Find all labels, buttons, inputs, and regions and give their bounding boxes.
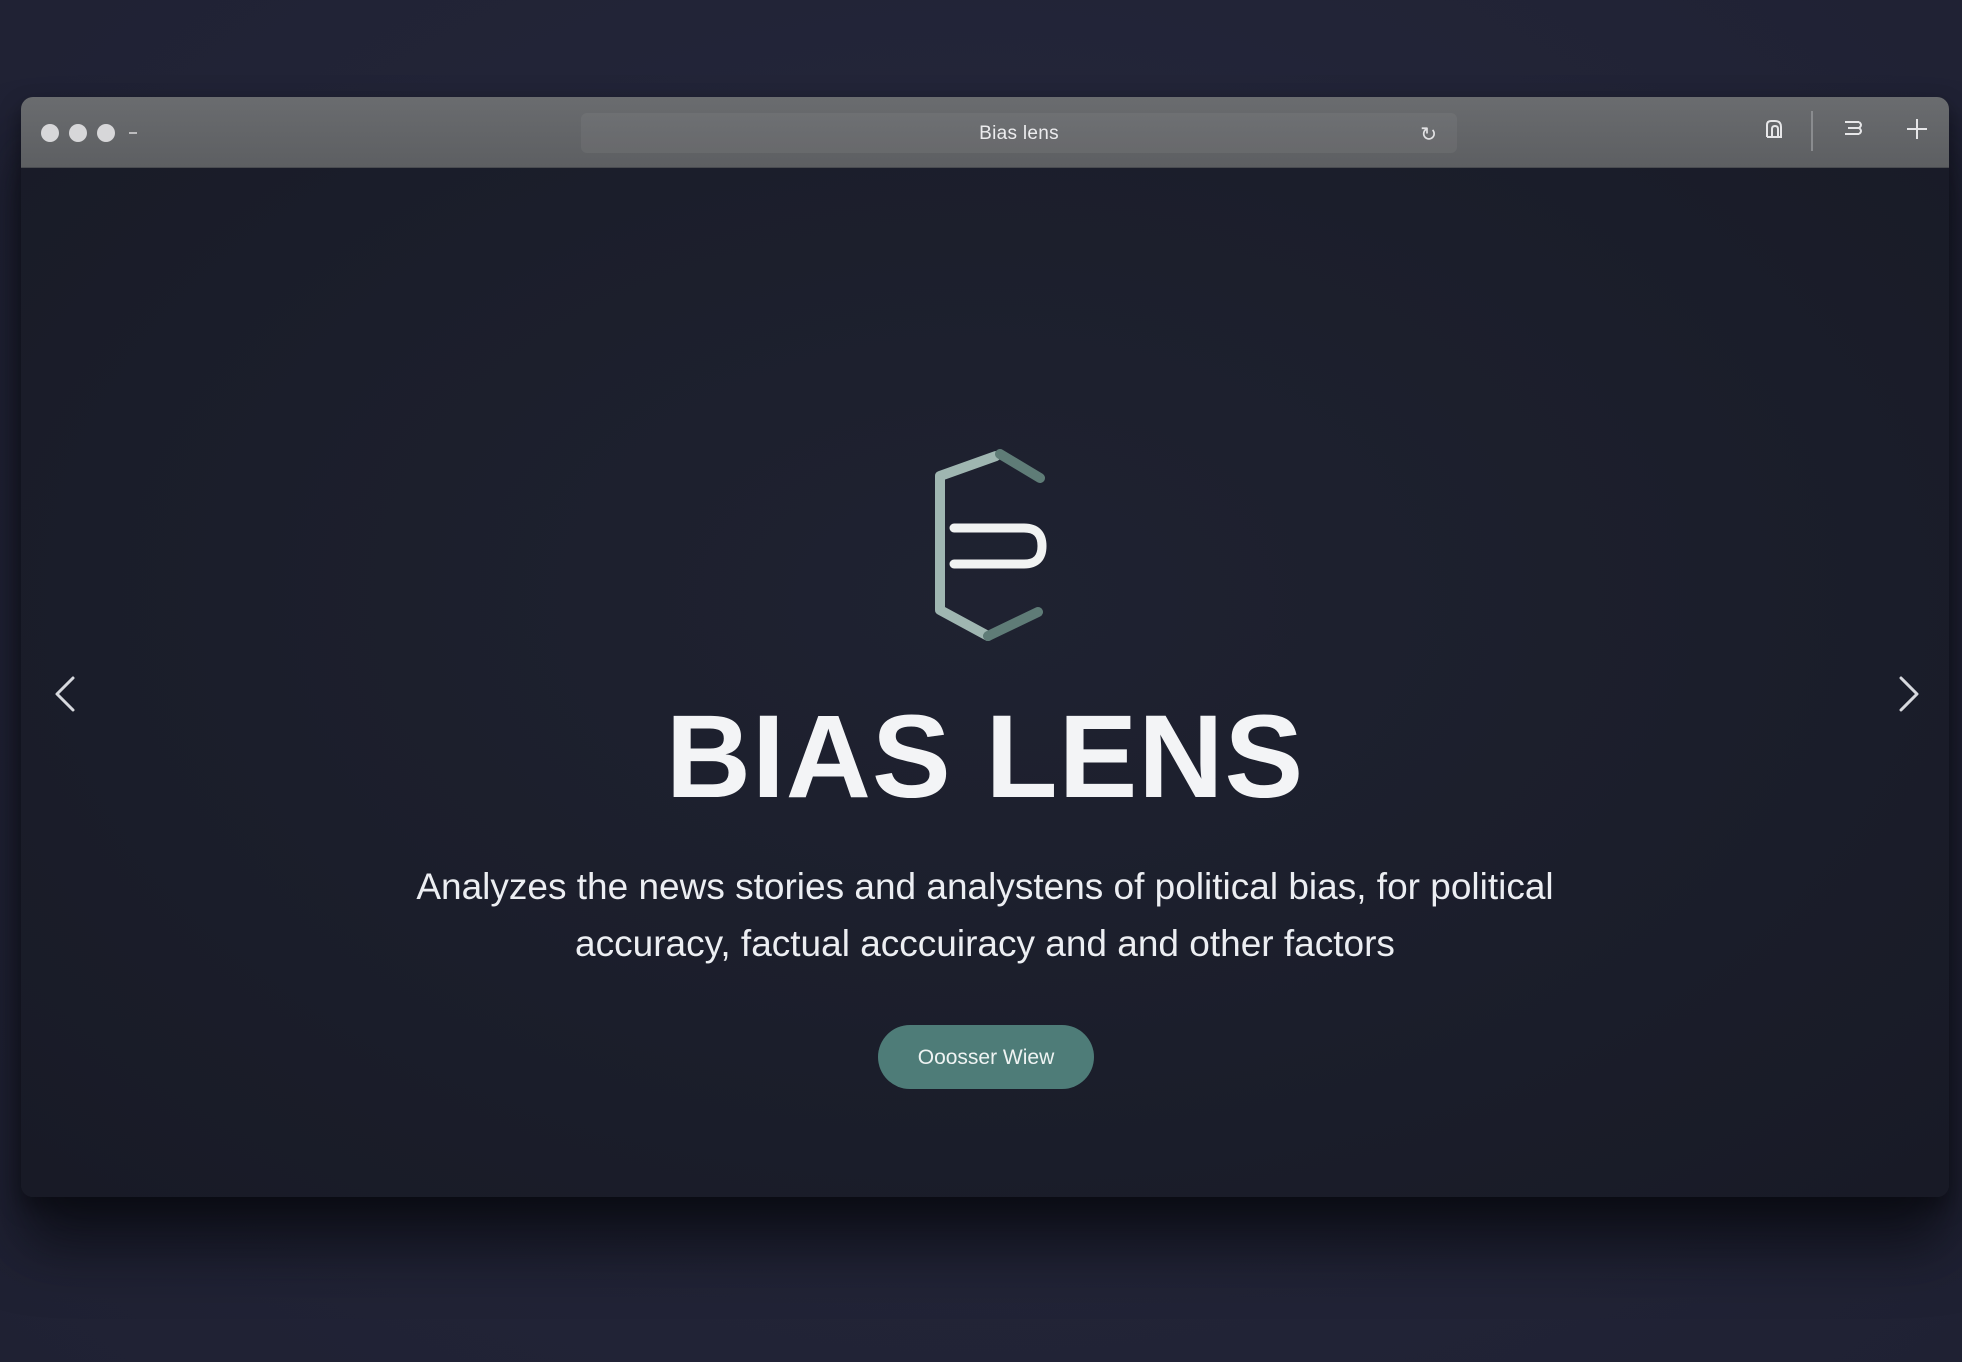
reload-icon[interactable]: ↻ [1420, 122, 1437, 147]
browser-window: Bias lens ↻ BIAS LENS Analyzes the news … [21, 97, 1949, 1197]
sidebar-icon[interactable] [1839, 115, 1867, 148]
desktop-background: Bias lens ↻ BIAS LENS Analyzes the news … [0, 0, 1962, 1362]
share-icon[interactable] [1761, 115, 1789, 148]
cta-button[interactable]: Ooosser Wiew [878, 1025, 1094, 1089]
close-window-button[interactable] [41, 124, 59, 142]
minimize-window-button[interactable] [69, 124, 87, 142]
bias-lens-logo [935, 449, 1047, 641]
window-controls [41, 124, 137, 142]
browser-titlebar: Bias lens ↻ [21, 97, 1949, 168]
hero-tagline: Analyzes the news stories and analystens… [365, 858, 1605, 972]
hero-section: BIAS LENS Analyzes the news stories and … [21, 168, 1949, 1197]
address-bar[interactable]: Bias lens ↻ [581, 113, 1457, 153]
tagline-line-2: accuracy, factual acccuiracy and and oth… [575, 923, 1395, 964]
page-title: Bias lens [979, 123, 1059, 144]
new-tab-icon[interactable] [1903, 115, 1931, 148]
toolbar-divider [1811, 111, 1813, 151]
maximize-window-button[interactable] [97, 124, 115, 142]
hero-headline: BIAS LENS [665, 691, 1305, 823]
tagline-line-1: Analyzes the news stories and analystens… [416, 866, 1554, 907]
window-menu-dash [129, 132, 137, 134]
